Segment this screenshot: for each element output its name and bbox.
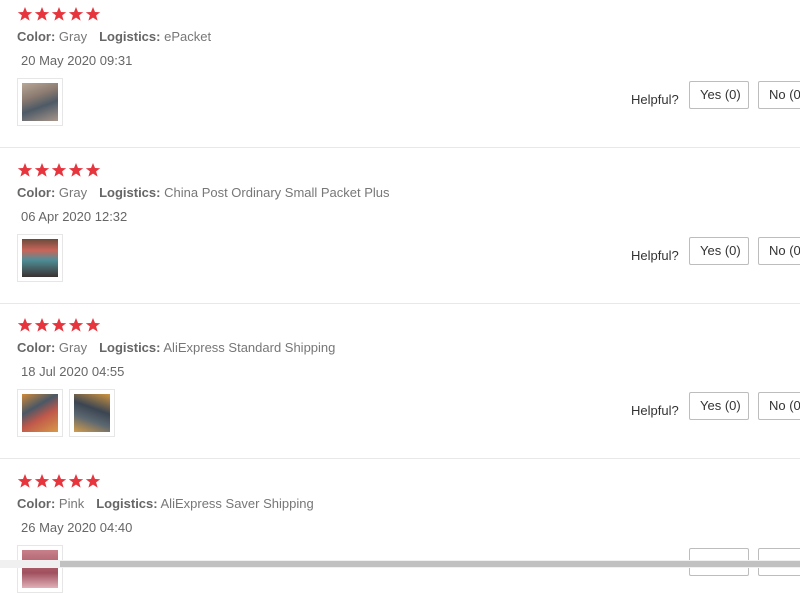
helpful-label: Helpful? [631,248,679,263]
helpful-yes-button[interactable]: Yes (0) [689,81,749,109]
logistics-label: Logistics: [99,185,161,200]
star-icon [85,7,101,21]
review-photo[interactable] [69,389,115,437]
logistics-value: ePacket [164,29,212,44]
color-value: Gray [58,185,88,200]
helpful-no-button[interactable]: No (0) [758,81,800,109]
helpful-yes-button[interactable]: Yes (0) [689,392,749,420]
photo-list [17,389,115,437]
helpful-no-button[interactable]: No (0) [758,392,800,420]
logistics-label: Logistics: [99,29,161,44]
scrollbar-thumb[interactable] [60,561,800,567]
helpful-no-button[interactable]: No (0) [758,237,800,265]
review-photo[interactable] [17,545,63,593]
review-meta: Color: Gray Logistics: China Post Ordinar… [17,185,390,201]
review-photo[interactable] [17,78,63,126]
star-icon [34,163,50,177]
review-item: Color: Pink Logistics: AliExpress Saver S… [0,467,800,593]
review-meta: Color: Pink Logistics: AliExpress Saver S… [17,496,314,512]
star-rating [17,317,101,333]
helpful-label: Helpful? [631,403,679,418]
helpful-label: Helpful? [631,92,679,107]
review-item: Color: Gray Logistics: ePacket 20 May 202… [0,0,800,148]
star-icon [85,474,101,488]
color-label: Color: [17,340,56,355]
helpful-yes-button[interactable]: Yes (0) [689,237,749,265]
star-icon [68,7,84,21]
star-icon [51,163,67,177]
color-label: Color: [17,496,56,511]
photo-list [17,78,63,126]
review-date: 06 Apr 2020 12:32 [21,209,128,224]
star-icon [68,163,84,177]
color-value: Gray [58,29,88,44]
star-rating [17,473,101,489]
star-icon [17,474,33,488]
photo-list [17,545,63,593]
color-value: Gray [58,340,88,355]
star-icon [17,7,33,21]
star-icon [51,7,67,21]
color-label: Color: [17,29,56,44]
star-icon [34,7,50,21]
star-rating [17,6,101,22]
star-icon [51,474,67,488]
review-photo[interactable] [17,234,63,282]
star-icon [17,163,33,177]
star-icon [85,163,101,177]
star-rating [17,162,101,178]
logistics-value: AliExpress Saver Shipping [160,496,314,511]
star-icon [34,474,50,488]
star-icon [85,318,101,332]
horizontal-scrollbar[interactable] [0,560,800,568]
photo-list [17,234,63,282]
review-meta: Color: Gray Logistics: ePacket [17,29,211,45]
review-date: 20 May 2020 09:31 [21,53,133,68]
color-value: Pink [58,496,85,511]
review-meta: Color: Gray Logistics: AliExpress Standar… [17,340,335,356]
review-item: Color: Gray Logistics: China Post Ordinar… [0,156,800,304]
review-photo[interactable] [17,389,63,437]
star-icon [68,318,84,332]
review-date: 26 May 2020 04:40 [21,520,133,535]
logistics-value: China Post Ordinary Small Packet Plus [164,185,390,200]
star-icon [68,474,84,488]
logistics-label: Logistics: [99,340,161,355]
star-icon [34,318,50,332]
star-icon [51,318,67,332]
review-date: 18 Jul 2020 04:55 [21,364,125,379]
review-item: Color: Gray Logistics: AliExpress Standar… [0,311,800,459]
star-icon [17,318,33,332]
color-label: Color: [17,185,56,200]
logistics-value: AliExpress Standard Shipping [163,340,336,355]
logistics-label: Logistics: [96,496,158,511]
